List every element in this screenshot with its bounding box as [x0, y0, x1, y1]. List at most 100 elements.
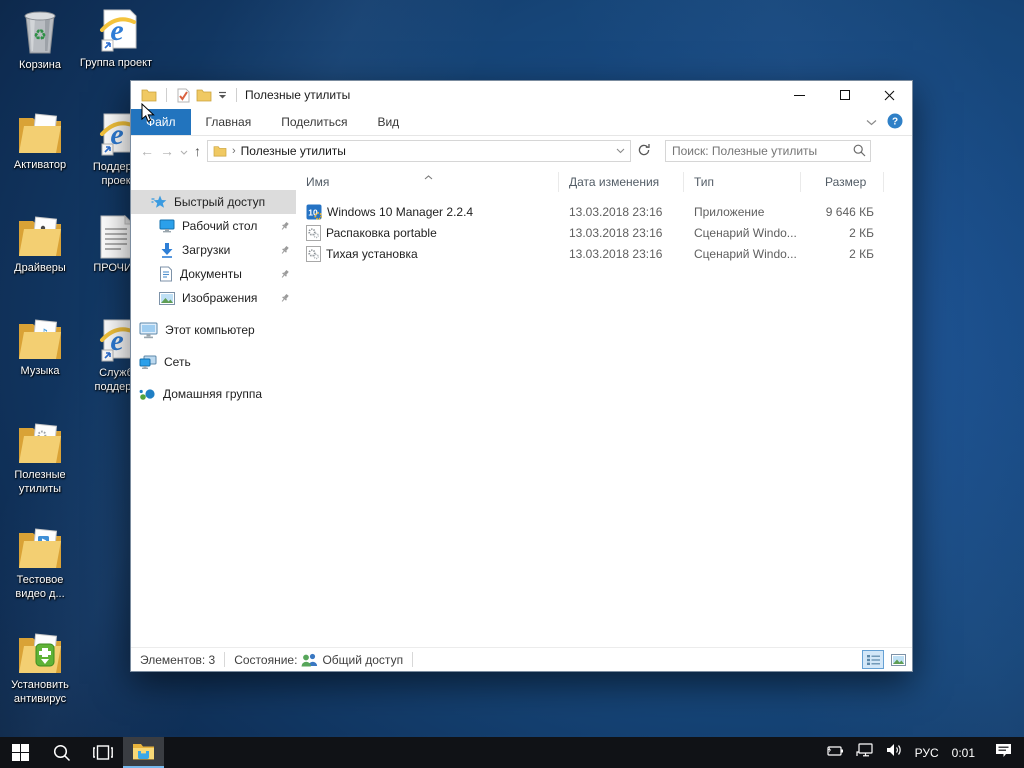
- desktop-icon-label: Драйверы: [2, 261, 78, 275]
- sidebar-item-quick-access[interactable]: Быстрый доступ: [131, 190, 296, 214]
- desktop-icon-label: Полезные утилиты: [2, 468, 78, 496]
- sidebar-item-downloads[interactable]: Загрузки: [131, 238, 296, 262]
- sidebar-item-desktop[interactable]: Рабочий стол: [131, 214, 296, 238]
- sidebar-item-documents[interactable]: Документы: [131, 262, 296, 286]
- pin-icon: [280, 269, 290, 279]
- search-icon: [53, 744, 71, 762]
- divider: [236, 88, 237, 102]
- pin-icon: [280, 245, 290, 255]
- qat-new-folder-icon[interactable]: [196, 88, 212, 102]
- breadcrumb[interactable]: Полезные утилиты: [241, 144, 346, 158]
- minimize-button[interactable]: [777, 81, 822, 109]
- tab-home[interactable]: Главная: [191, 109, 267, 135]
- desktop-icon-gruppa-proekt[interactable]: e Группа проект: [78, 8, 154, 70]
- script-file-icon: [306, 225, 321, 241]
- file-name: Windows 10 Manager 2.2.4: [327, 205, 473, 219]
- file-row[interactable]: 10 Windows 10 Manager 2.2.4 13.03.2018 2…: [296, 201, 912, 222]
- state-value: Общий доступ: [322, 653, 403, 667]
- sidebar-item-label: Домашняя группа: [163, 387, 262, 401]
- homegroup-icon: [139, 387, 156, 402]
- maximize-button[interactable]: [822, 81, 867, 109]
- desktop-icon-testovoe-video[interactable]: Тестовое видео д...: [2, 527, 78, 601]
- desktop-icon-ustanovit-antivirus[interactable]: Установить антивирус: [2, 632, 78, 706]
- thumbnails-view-button[interactable]: [887, 650, 909, 669]
- taskbar-file-explorer-button[interactable]: [123, 737, 164, 768]
- up-icon[interactable]: ↑: [194, 144, 201, 158]
- back-icon[interactable]: ←: [140, 144, 154, 158]
- quick-access-star-icon: [151, 194, 167, 210]
- desktop-icon-aktivator[interactable]: Активатор: [2, 112, 78, 172]
- qat-properties-icon[interactable]: [176, 88, 190, 103]
- file-date: 13.03.2018 23:16: [559, 226, 684, 240]
- column-header-size[interactable]: Размер: [801, 172, 884, 192]
- thumbnails-view-icon: [891, 654, 906, 666]
- sort-ascending-icon: [424, 169, 433, 183]
- file-size: 2 КБ: [801, 247, 884, 261]
- details-view-button[interactable]: [862, 650, 884, 669]
- internet-explorer-shortcut-icon: e: [94, 8, 138, 54]
- file-name: Распаковка portable: [326, 226, 437, 240]
- desktop-icon-label: Музыка: [2, 364, 78, 378]
- language-indicator[interactable]: РУС: [915, 746, 939, 760]
- desktop-icon-poleznye-utility[interactable]: Полезные утилиты: [2, 422, 78, 496]
- sidebar-item-pictures[interactable]: Изображения: [131, 286, 296, 310]
- explorer-window: Полезные утилиты Файл Главная Поделиться…: [130, 80, 913, 672]
- pin-icon: [280, 221, 290, 231]
- search-input[interactable]: [665, 140, 871, 162]
- volume-icon[interactable]: [886, 743, 902, 762]
- column-header-type[interactable]: Тип: [684, 172, 801, 192]
- taskbar-search-button[interactable]: [41, 737, 82, 768]
- task-view-button[interactable]: [82, 737, 123, 768]
- file-size: 2 КБ: [801, 226, 884, 240]
- desktop-icon-recycle-bin[interactable]: ♻ Корзина: [2, 8, 78, 72]
- sidebar-item-this-pc[interactable]: Этот компьютер: [131, 318, 296, 342]
- task-view-icon: [93, 745, 113, 760]
- system-tray: РУС 0:01: [824, 737, 1024, 768]
- divider: [412, 652, 413, 667]
- start-button[interactable]: [0, 737, 41, 768]
- file-explorer-icon: [132, 742, 155, 761]
- action-center-icon[interactable]: [995, 743, 1012, 763]
- pictures-icon: [159, 292, 175, 305]
- folder-icon: [17, 215, 63, 259]
- utilities-folder-icon: [17, 422, 63, 466]
- expand-ribbon-chevron-icon[interactable]: [866, 115, 877, 129]
- forward-icon[interactable]: →: [160, 144, 174, 158]
- address-dropdown-chevron-icon[interactable]: [616, 148, 625, 154]
- column-header-date[interactable]: Дата изменения: [559, 172, 684, 192]
- desktop: ♻ Корзина Активатор Драйверы ♪ Музыка: [0, 0, 1024, 768]
- desktop-icon-drivery[interactable]: Драйверы: [2, 215, 78, 275]
- this-pc-icon: [139, 322, 158, 339]
- desktop-icon-muzyka[interactable]: ♪ Музыка: [2, 318, 78, 378]
- close-button[interactable]: [867, 81, 912, 109]
- svg-text:♻: ♻: [33, 26, 46, 44]
- file-date: 13.03.2018 23:16: [559, 205, 684, 219]
- tab-view[interactable]: Вид: [362, 109, 414, 135]
- clock[interactable]: 0:01: [952, 746, 975, 760]
- window-content: Быстрый доступ Рабочий стол: [131, 166, 912, 649]
- sidebar-item-network[interactable]: Сеть: [131, 350, 296, 374]
- file-row[interactable]: Распаковка portable 13.03.2018 23:16 Сце…: [296, 222, 912, 243]
- desktop-icon-label: Корзина: [2, 58, 78, 72]
- view-switcher: [862, 650, 909, 669]
- recent-locations-chevron-icon[interactable]: [180, 144, 188, 158]
- network-icon[interactable]: [856, 743, 873, 762]
- file-type: Сценарий Windo...: [684, 247, 801, 261]
- items-count: Элементов: 3: [140, 653, 215, 667]
- qat-customize-chevron-icon[interactable]: [218, 91, 227, 99]
- tab-file[interactable]: Файл: [131, 109, 191, 135]
- file-size: 9 646 КБ: [801, 205, 884, 219]
- help-icon[interactable]: ?: [887, 113, 903, 132]
- file-row[interactable]: Тихая установка 13.03.2018 23:16 Сценари…: [296, 243, 912, 264]
- music-folder-icon: ♪: [17, 318, 63, 362]
- status-bar: Элементов: 3 Состояние: Общий доступ: [131, 647, 912, 671]
- power-icon[interactable]: [824, 744, 843, 762]
- search-icon[interactable]: [853, 144, 866, 160]
- address-box[interactable]: › Полезные утилиты: [207, 140, 631, 162]
- sidebar-item-homegroup[interactable]: Домашняя группа: [131, 382, 296, 406]
- refresh-icon[interactable]: [637, 143, 651, 160]
- details-view-icon: [867, 654, 880, 666]
- file-type: Сценарий Windo...: [684, 226, 801, 240]
- tab-share[interactable]: Поделиться: [266, 109, 362, 135]
- window-title: Полезные утилиты: [245, 88, 350, 102]
